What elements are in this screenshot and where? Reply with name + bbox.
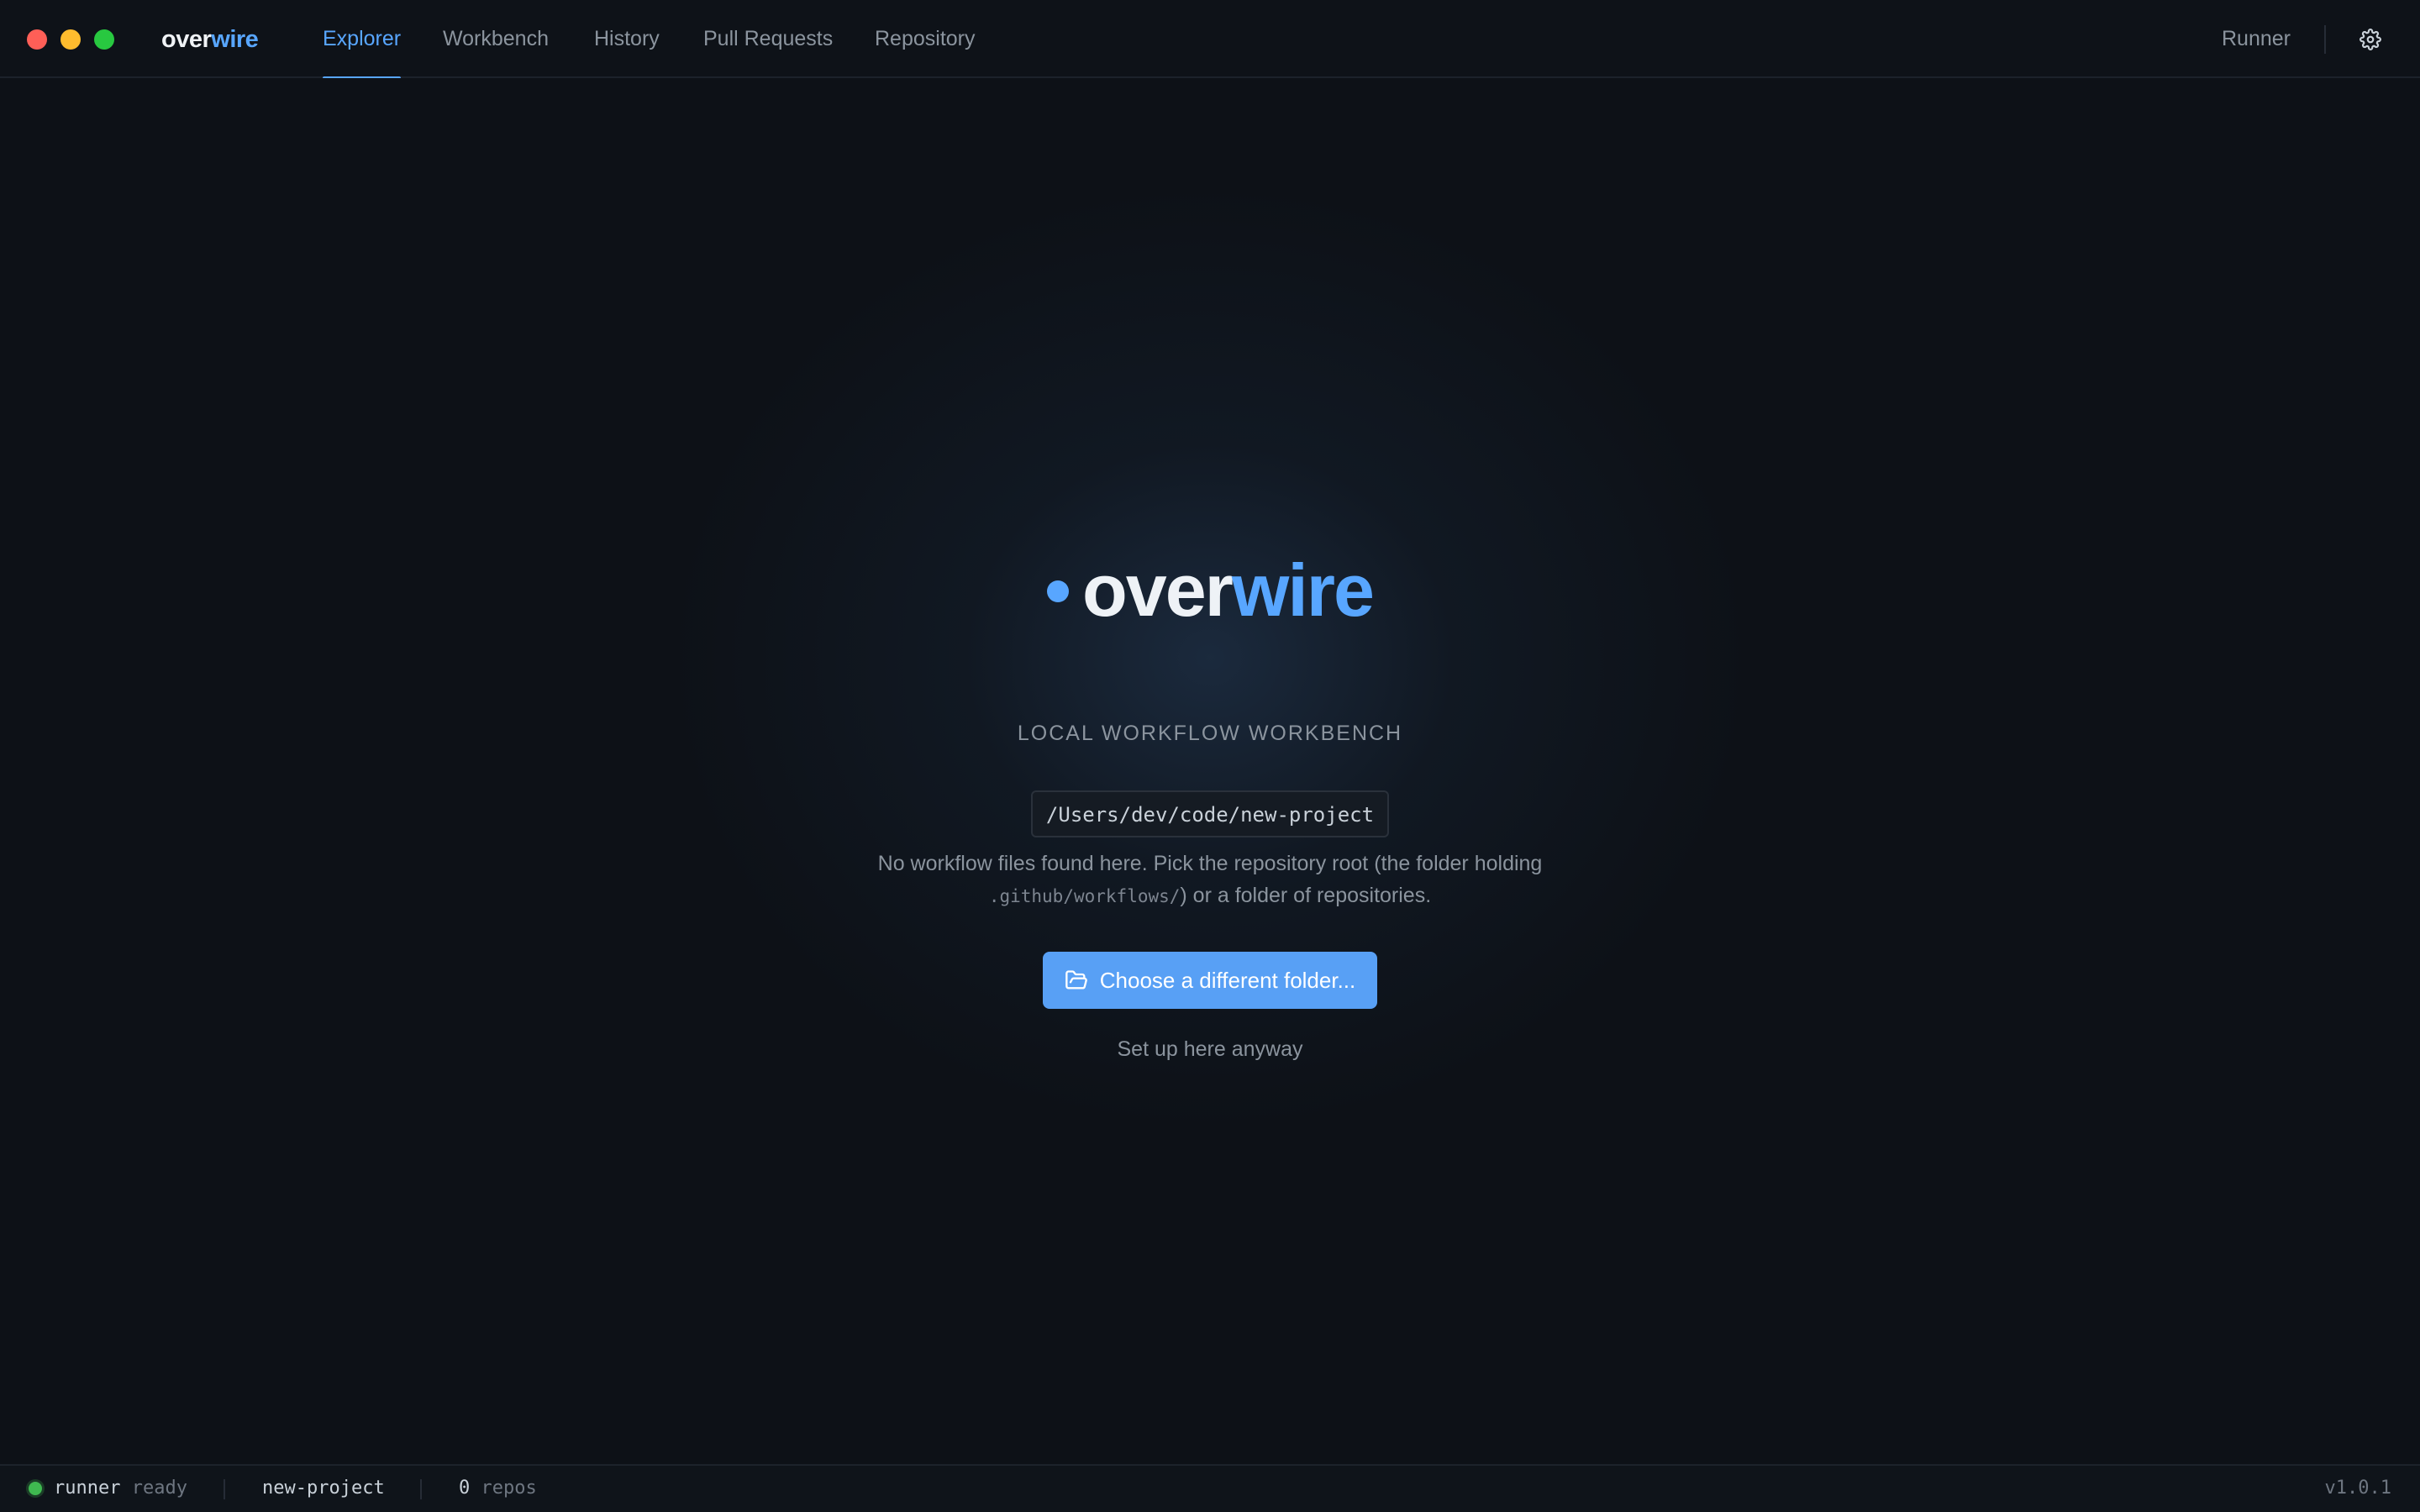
tab-workbench[interactable]: Workbench (443, 22, 549, 78)
status-bar: runner ready new-project 0 repos v1.0.1 (0, 1464, 2420, 1512)
setup-anyway-wrap: Set up here anyway (0, 1034, 2420, 1064)
folder-open-icon (1065, 970, 1087, 990)
choose-folder-button[interactable]: Choose a different folder... (1042, 952, 1378, 1009)
app-window: overwire Explorer Workbench History Pull… (0, 0, 2420, 1512)
hero-title-over: over (1082, 549, 1234, 632)
runner-status: runner ready (54, 1478, 187, 1499)
hero-subtitle: LOCAL WORKFLOW WORKBENCH (1017, 722, 1403, 745)
choose-folder-label: Choose a different folder... (1099, 967, 1356, 993)
app-version: v1.0.1 (2324, 1478, 2391, 1499)
runner-status-state: ready (131, 1478, 187, 1499)
hero-title-wire: wire (1231, 549, 1375, 632)
settings-button[interactable] (2356, 25, 2385, 54)
app-logo: overwire (161, 23, 259, 56)
tab-repository[interactable]: Repository (875, 22, 976, 78)
setup-anyway-link[interactable]: Set up here anyway (1118, 1037, 1303, 1061)
logo-dot-icon (1047, 580, 1069, 602)
tab-explorer[interactable]: Explorer (323, 22, 402, 80)
window-close-button[interactable] (27, 29, 47, 50)
tab-history[interactable]: History (594, 22, 660, 78)
hero-logo: overwire (0, 549, 2420, 633)
status-project: new-project (262, 1478, 385, 1499)
runner-link[interactable]: Runner (2222, 22, 2291, 55)
tab-pull-requests[interactable]: Pull Requests (703, 22, 833, 78)
workflows-path-code: .github/workflows/ (988, 886, 1181, 906)
status-repos: 0 repos (459, 1478, 537, 1499)
top-bar: overwire Explorer Workbench History Pull… (0, 0, 2420, 80)
window-minimize-button[interactable] (60, 29, 81, 50)
status-repos-count: 0 (459, 1478, 471, 1499)
status-repos-label: repos (481, 1478, 537, 1499)
hint-line-1: No workflow files found here. Pick the r… (877, 852, 1543, 875)
status-separator (224, 1479, 225, 1499)
runner-status-label: runner (54, 1478, 121, 1499)
window-zoom-button[interactable] (94, 29, 114, 50)
primary-action-wrap: Choose a different folder... (0, 952, 2420, 1009)
main-content: overwire LOCAL WORKFLOW WORKBENCH /Users… (0, 78, 2420, 1464)
gear-icon (2360, 29, 2381, 50)
current-path: /Users/dev/code/new-project (1030, 790, 1390, 837)
hint-line-2-text: ) or a folder of repositories. (1180, 884, 1432, 907)
topbar-divider (2324, 25, 2326, 54)
path-display-wrap: /Users/dev/code/new-project (0, 790, 2420, 837)
logo-text-over: over (161, 26, 212, 53)
empty-state-hint: No workflow files found here. Pick the r… (0, 848, 2420, 912)
runner-status-icon (29, 1482, 42, 1495)
status-separator (420, 1479, 422, 1499)
hint-line-2: .github/workflows/) or a folder of repos… (0, 879, 2420, 912)
logo-text-wire: wire (211, 26, 259, 53)
